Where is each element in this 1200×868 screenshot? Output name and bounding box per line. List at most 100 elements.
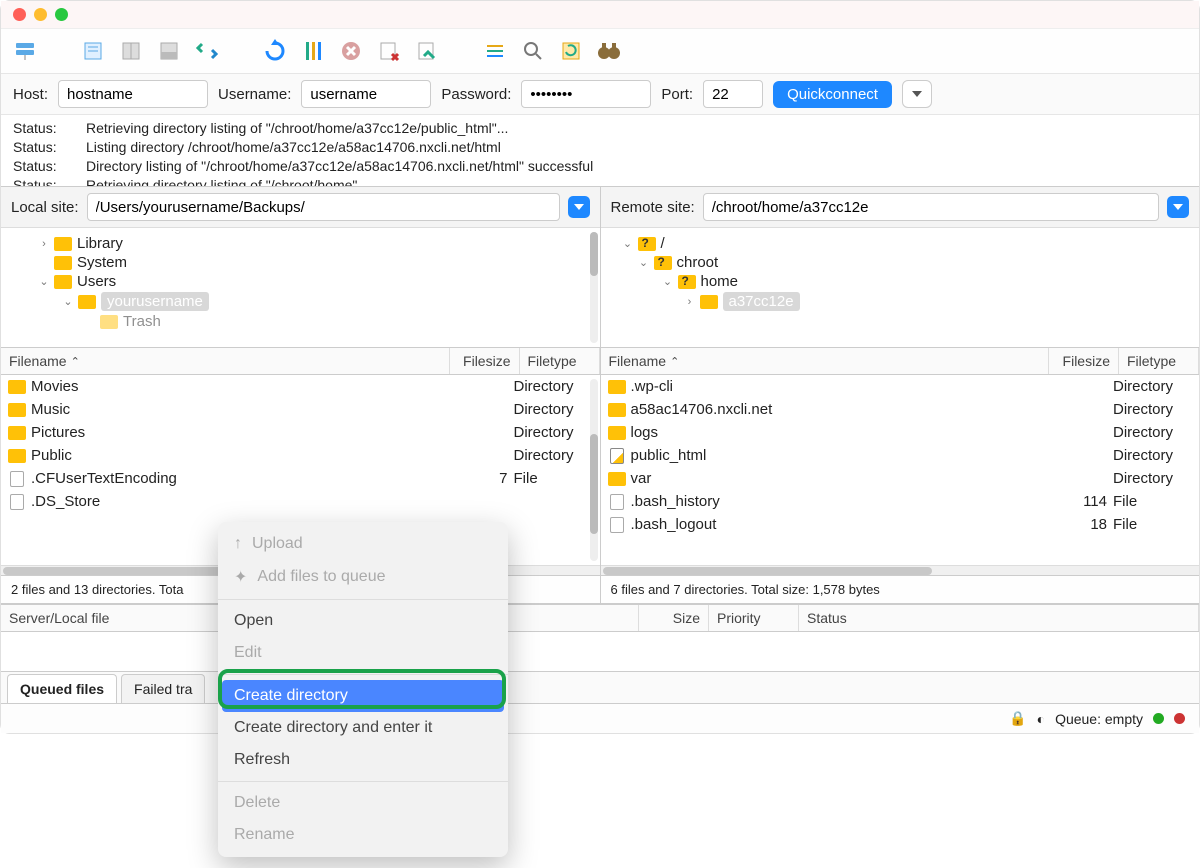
maximize-window-button[interactable]: [55, 8, 68, 21]
speedlimit-icon[interactable]: ◐: [1037, 711, 1045, 727]
list-item[interactable]: PublicDirectory: [1, 444, 600, 467]
queue-list[interactable]: [1, 632, 1199, 672]
log-label: Status:: [13, 138, 68, 157]
menu-create-directory[interactable]: Create directory: [222, 680, 504, 712]
chevron-down-icon[interactable]: ⌄: [63, 295, 73, 308]
column-filesize[interactable]: Filesize: [450, 348, 520, 374]
tree-item[interactable]: home: [701, 273, 739, 290]
menu-open[interactable]: Open: [218, 605, 508, 637]
scrollbar-horizontal[interactable]: [601, 565, 1200, 575]
username-label: Username:: [218, 86, 291, 103]
list-item[interactable]: logsDirectory: [601, 421, 1200, 444]
folder-icon: [608, 403, 626, 417]
folder-icon: [608, 472, 626, 486]
chevron-right-icon[interactable]: ›: [685, 296, 695, 308]
port-input[interactable]: [703, 80, 763, 108]
tree-item-selected[interactable]: yourusername: [101, 292, 209, 311]
menu-create-directory-enter[interactable]: Create directory and enter it: [218, 712, 508, 744]
remote-site-dropdown[interactable]: [1167, 196, 1189, 218]
message-log[interactable]: Status:Retrieving directory listing of "…: [1, 115, 1199, 187]
menu-delete[interactable]: Delete: [218, 787, 508, 819]
remote-site-input[interactable]: [703, 193, 1159, 221]
column-filesize[interactable]: Filesize: [1049, 348, 1119, 374]
quickconnect-button[interactable]: Quickconnect: [773, 81, 892, 108]
column-size[interactable]: Size: [639, 605, 709, 631]
tab-queued-files[interactable]: Queued files: [7, 674, 117, 703]
tree-item[interactable]: Trash: [123, 313, 161, 330]
tree-item[interactable]: Users: [77, 273, 116, 290]
column-filename[interactable]: Filename ⌃: [1, 348, 450, 374]
quickconnect-bar: Host: Username: Password: Port: Quickcon…: [1, 74, 1199, 115]
list-item[interactable]: PicturesDirectory: [1, 421, 600, 444]
username-input[interactable]: [301, 80, 431, 108]
list-item[interactable]: .bash_logout18File: [601, 513, 1200, 536]
list-item[interactable]: public_htmlDirectory: [601, 444, 1200, 467]
menu-rename[interactable]: Rename: [218, 819, 508, 851]
search-icon[interactable]: [519, 37, 547, 65]
tab-failed-transfers[interactable]: Failed tra: [121, 674, 205, 703]
toggle-log-icon[interactable]: [79, 37, 107, 65]
local-site-dropdown[interactable]: [568, 196, 590, 218]
column-filetype[interactable]: Filetype: [1119, 348, 1199, 374]
chevron-down-icon[interactable]: ⌄: [623, 237, 633, 250]
lock-icon: 🔒: [1009, 710, 1026, 727]
column-filetype[interactable]: Filetype: [520, 348, 600, 374]
list-item[interactable]: varDirectory: [601, 467, 1200, 490]
split-panes: Local site: ›Library System ⌄Users ⌄your…: [1, 187, 1199, 605]
column-priority[interactable]: Priority: [709, 605, 799, 631]
menu-refresh[interactable]: Refresh: [218, 744, 508, 776]
chevron-right-icon[interactable]: ›: [39, 238, 49, 250]
refresh-icon[interactable]: [193, 37, 221, 65]
cancel-icon[interactable]: [299, 37, 327, 65]
disconnect-icon[interactable]: [337, 37, 365, 65]
quickconnect-dropdown[interactable]: [902, 80, 932, 108]
log-label: Status:: [13, 157, 68, 176]
process-queue-icon[interactable]: [557, 37, 585, 65]
tree-item[interactable]: chroot: [677, 254, 719, 271]
remote-file-list[interactable]: .wp-cliDirectory a58ac14706.nxcli.netDir…: [601, 375, 1200, 565]
password-label: Password:: [441, 86, 511, 103]
toggle-tree-icon[interactable]: [117, 37, 145, 65]
local-site-input[interactable]: [87, 193, 560, 221]
folder-unknown-icon: [638, 237, 656, 251]
password-input[interactable]: [521, 80, 651, 108]
tree-item-selected[interactable]: a37cc12e: [723, 292, 800, 311]
list-item[interactable]: .wp-cliDirectory: [601, 375, 1200, 398]
chevron-down-icon[interactable]: ⌄: [639, 256, 649, 269]
menu-separator: [218, 599, 508, 600]
site-manager-icon[interactable]: [11, 37, 39, 65]
chevron-down-icon[interactable]: ⌄: [39, 275, 49, 288]
menu-add-to-queue[interactable]: ✦Add files to queue: [218, 560, 508, 594]
list-item[interactable]: .DS_Store: [1, 490, 600, 513]
binoculars-icon[interactable]: [595, 37, 623, 65]
compare-icon[interactable]: [413, 37, 441, 65]
minimize-window-button[interactable]: [34, 8, 47, 21]
reconnect-icon[interactable]: [261, 37, 289, 65]
list-item[interactable]: MusicDirectory: [1, 398, 600, 421]
close-window-button[interactable]: [13, 8, 26, 21]
file-icon: [610, 517, 624, 533]
list-item[interactable]: MoviesDirectory: [1, 375, 600, 398]
scrollbar-vertical[interactable]: [590, 379, 598, 561]
folder-icon: [608, 426, 626, 440]
sync-browse-icon[interactable]: [481, 37, 509, 65]
scrollbar-vertical[interactable]: [590, 232, 598, 343]
column-status[interactable]: Status: [799, 605, 1199, 631]
add-queue-icon: ✦: [234, 567, 247, 587]
host-input[interactable]: [58, 80, 208, 108]
tree-item[interactable]: /: [661, 235, 665, 252]
filter-icon[interactable]: [375, 37, 403, 65]
queue-tabs: Queued files Failed tra: [1, 672, 1199, 704]
tree-item[interactable]: System: [77, 254, 127, 271]
local-tree[interactable]: › Library System ⌄ Users ⌄ yourusername Tra…: [1, 228, 600, 348]
list-item[interactable]: .bash_history114File: [601, 490, 1200, 513]
chevron-down-icon[interactable]: ⌄: [663, 275, 673, 288]
list-item[interactable]: .CFUserTextEncoding7File: [1, 467, 600, 490]
menu-upload[interactable]: ↑Upload: [218, 528, 508, 560]
toggle-queue-icon[interactable]: [155, 37, 183, 65]
menu-edit[interactable]: Edit: [218, 637, 508, 669]
column-filename[interactable]: Filename ⌃: [601, 348, 1050, 374]
list-item[interactable]: a58ac14706.nxcli.netDirectory: [601, 398, 1200, 421]
tree-item[interactable]: Library: [77, 235, 123, 252]
remote-tree[interactable]: ⌄ / ⌄ chroot ⌄ home › a37cc12e: [601, 228, 1200, 348]
